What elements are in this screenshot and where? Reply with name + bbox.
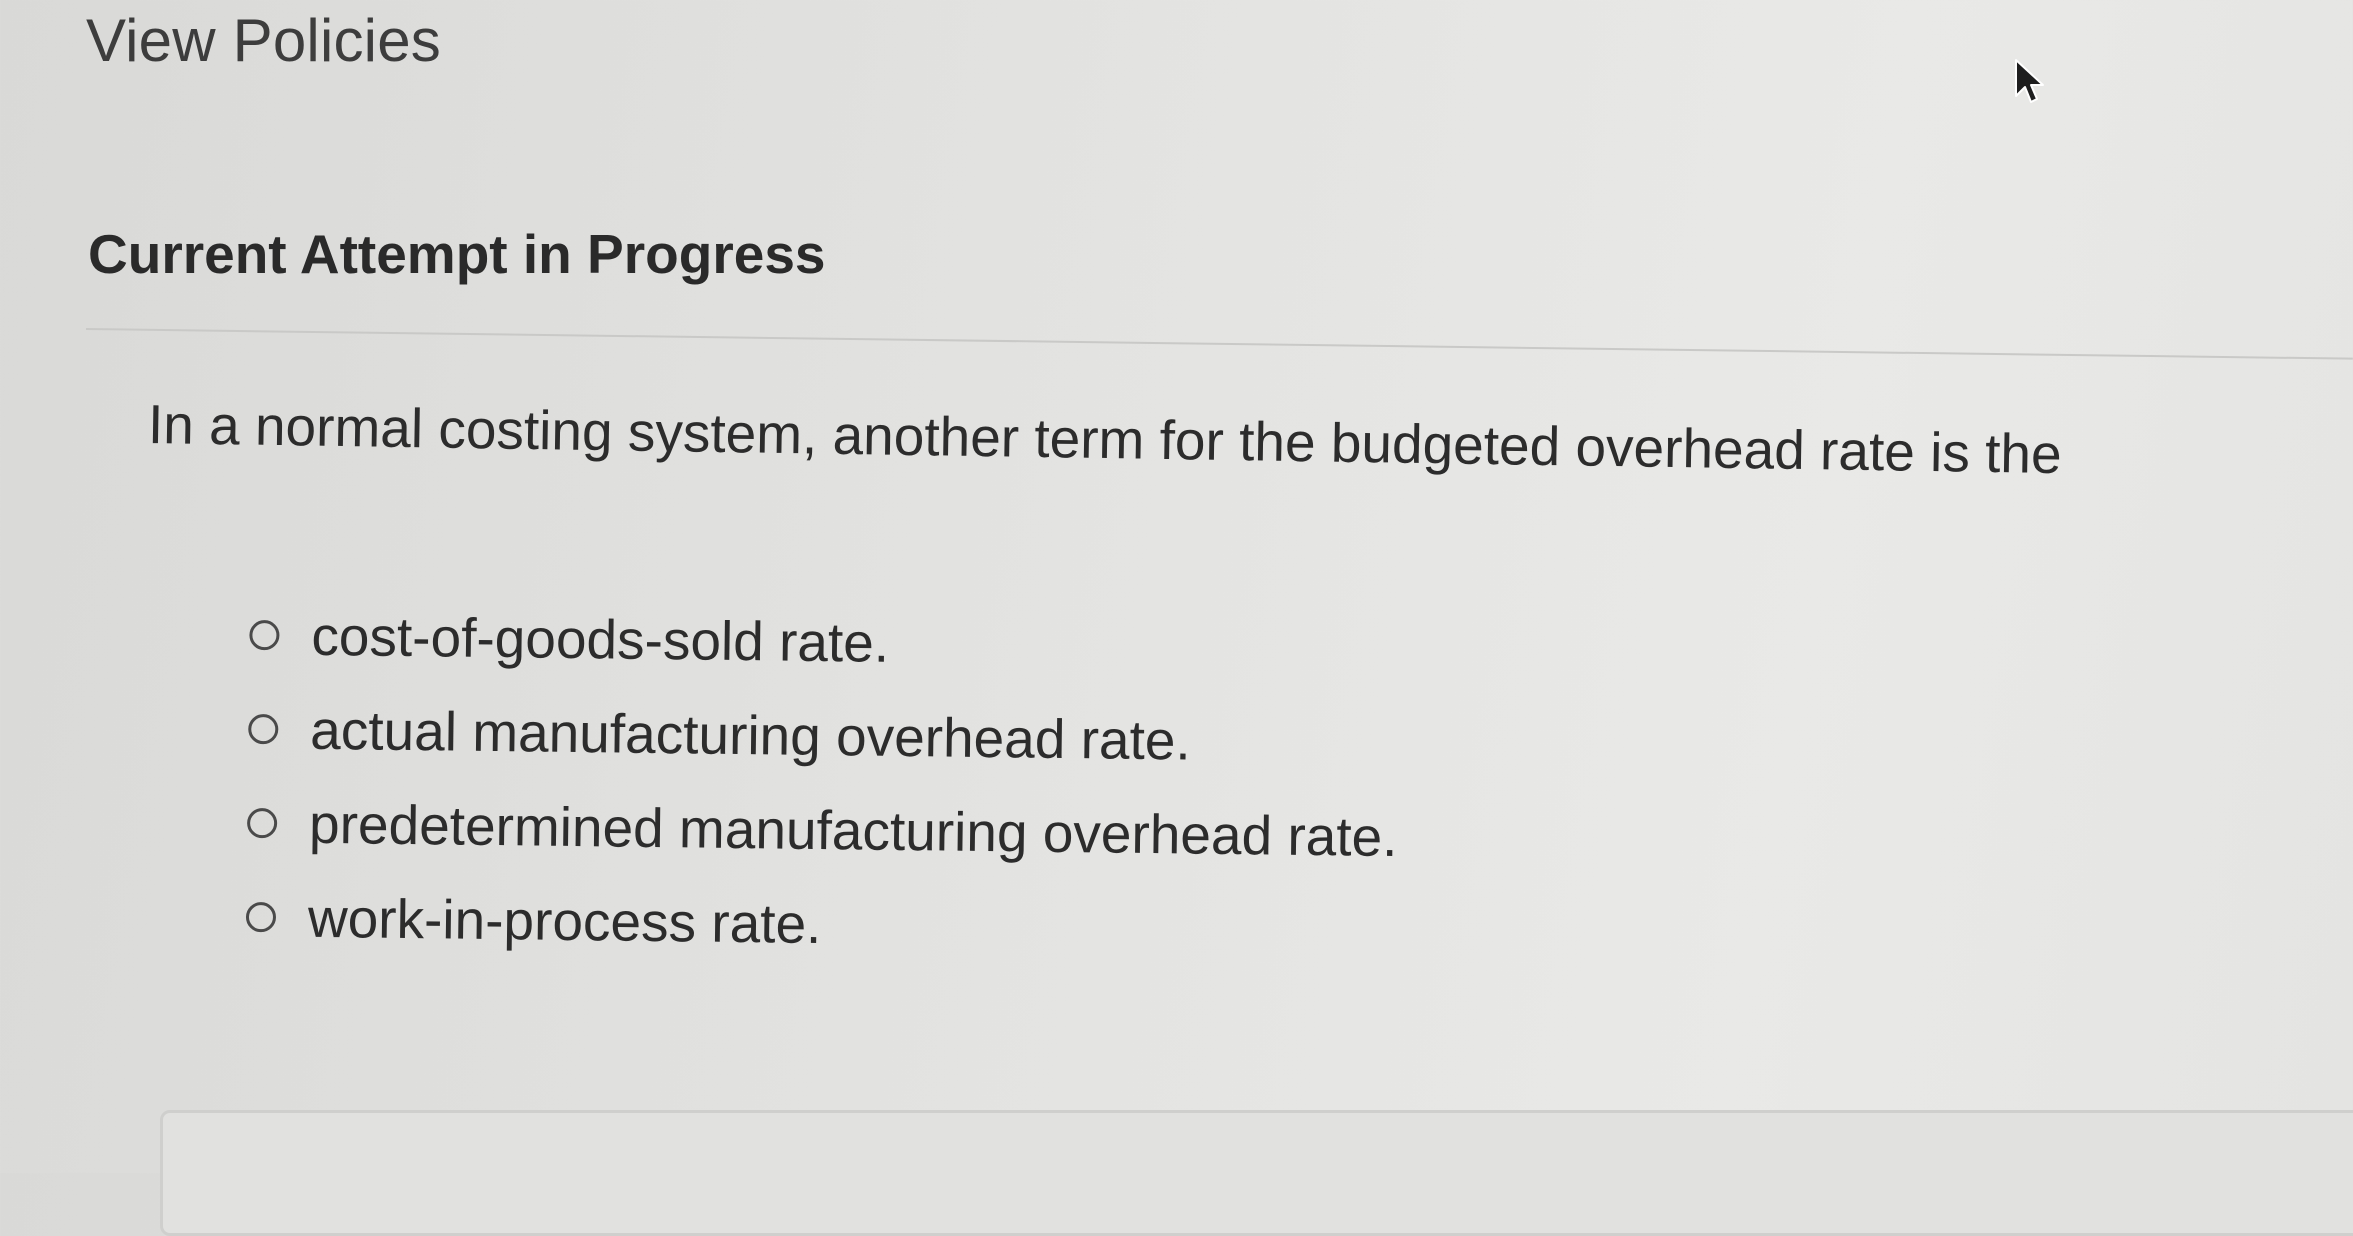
radio-button-icon[interactable]	[246, 807, 278, 839]
answer-option[interactable]: predetermined manufacturing overhead rat…	[246, 776, 1399, 884]
radio-button-icon[interactable]	[245, 901, 277, 933]
bottom-panel	[160, 1110, 2353, 1236]
answer-option-label: predetermined manufacturing overhead rat…	[308, 792, 1398, 869]
radio-button-icon[interactable]	[249, 619, 280, 651]
radio-button-icon[interactable]	[248, 713, 279, 745]
question-text: In a normal costing system, another term…	[147, 393, 2063, 486]
answer-option[interactable]: cost-of-goods-sold rate.	[249, 588, 1401, 696]
answer-option-label: work-in-process rate.	[307, 886, 822, 956]
mouse-pointer-icon	[2015, 59, 2044, 103]
answer-option[interactable]: work-in-process rate.	[245, 870, 1397, 978]
answer-option-label: actual manufacturing overhead rate.	[309, 698, 1192, 772]
view-policies-link[interactable]: View Policies	[86, 6, 441, 75]
answer-option-label: cost-of-goods-sold rate.	[311, 604, 890, 674]
section-title: Current Attempt in Progress	[88, 223, 826, 285]
quiz-page: View Policies Current Attempt in Progres…	[0, 0, 2353, 1236]
answer-option[interactable]: actual manufacturing overhead rate.	[248, 682, 1400, 790]
answer-options: cost-of-goods-sold rate. actual manufact…	[245, 588, 1400, 978]
section-divider	[85, 328, 2353, 360]
